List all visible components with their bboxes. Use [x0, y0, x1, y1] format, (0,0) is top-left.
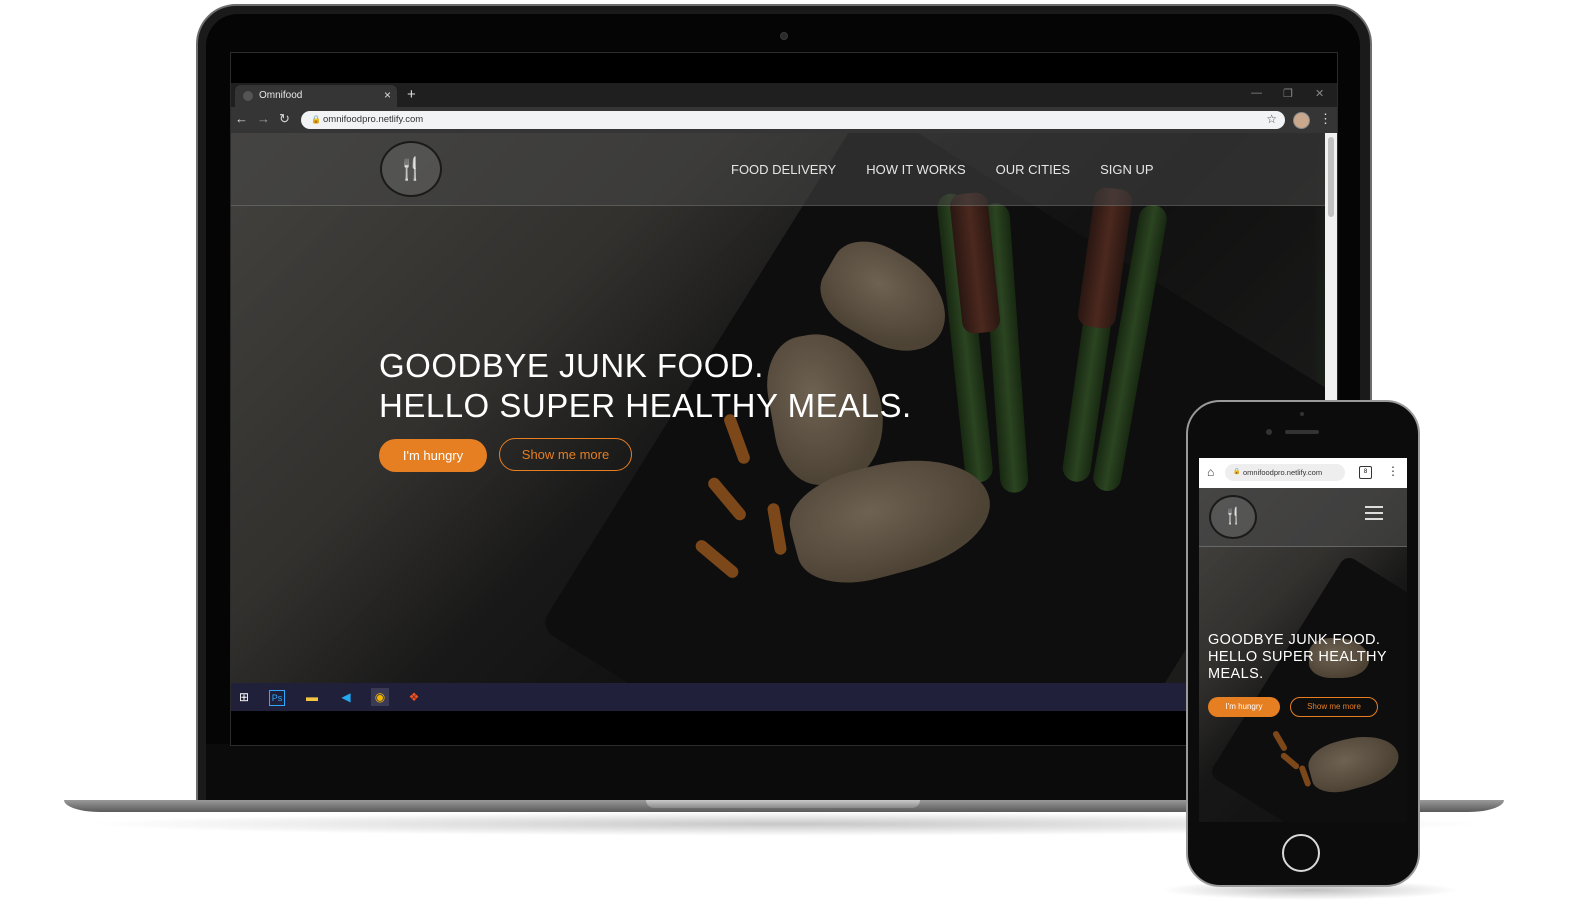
im-hungry-button[interactable]: I'm hungry — [379, 439, 487, 472]
mobile-url-text: omnifoodpro.netlify.com — [1243, 468, 1323, 477]
new-tab-button[interactable]: + — [407, 86, 416, 103]
mobile-menu-icon[interactable]: ⋮ — [1387, 464, 1399, 478]
mobile-show-me-more-button[interactable]: Show me more — [1290, 697, 1378, 717]
address-bar[interactable]: 🔒 omnifoodpro.netlify.com ☆ — [301, 111, 1285, 129]
file-explorer-icon[interactable]: ▬ — [303, 688, 321, 706]
photoshop-icon[interactable]: Ps — [269, 690, 285, 706]
close-tab-icon[interactable]: × — [384, 88, 391, 102]
hamburger-line — [1365, 512, 1383, 514]
mobile-hero-line-3: MEALS. — [1208, 666, 1264, 682]
hamburger-line — [1365, 506, 1383, 508]
minimize-button[interactable]: — — [1251, 87, 1262, 99]
show-me-more-button[interactable]: Show me more — [499, 438, 632, 471]
windows-taskbar: ⊞ Ps ▬ ◀ ◉ ❖ — [231, 683, 1337, 711]
nav-sign-up[interactable]: SIGN UP — [1100, 162, 1153, 177]
nav-how-it-works[interactable]: HOW IT WORKS — [866, 162, 965, 177]
restore-button[interactable]: ❐ — [1283, 87, 1293, 100]
omnifood-logo[interactable]: 🍴 — [1209, 495, 1257, 539]
nav-food-delivery[interactable]: FOOD DELIVERY — [731, 162, 836, 177]
scrollbar-thumb[interactable] — [1328, 137, 1334, 217]
mobile-address-bar: ⌂ 🔒 omnifoodpro.netlify.com 8 ⋮ — [1199, 458, 1407, 488]
laptop-screen: Omnifood × + — ❐ ✕ ← → ↻ 🔒 omnifoodpro.n… — [230, 52, 1338, 746]
phone-home-button[interactable] — [1282, 834, 1320, 872]
hero-line-2: HELLO SUPER HEALTHY MEALS. — [379, 387, 912, 424]
reload-button[interactable]: ↻ — [279, 111, 290, 127]
chrome-icon[interactable]: ◉ — [371, 688, 389, 706]
omnifood-logo[interactable]: 🍴 — [380, 141, 442, 197]
tab-switcher-icon[interactable]: 8 — [1359, 466, 1372, 479]
home-icon[interactable]: ⌂ — [1207, 465, 1214, 479]
figma-icon[interactable]: ❖ — [405, 688, 423, 706]
mobile-site-header: 🍴 — [1199, 488, 1407, 547]
url-text: omnifoodpro.netlify.com — [323, 114, 424, 125]
hero-line-1: GOODBYE JUNK FOOD. — [379, 347, 764, 384]
mobile-hero-line-1: GOODBYE JUNK FOOD. — [1208, 632, 1381, 648]
hamburger-line — [1365, 518, 1383, 520]
mobile-viewport: 🍴 GOODBYE JUNK FOOD. HELLO SUPER HEALTHY… — [1199, 488, 1407, 822]
phone-screen: ⌂ 🔒 omnifoodpro.netlify.com 8 ⋮ 🍴 GOODBY… — [1199, 458, 1407, 822]
back-button[interactable]: ← — [235, 111, 248, 126]
webcam-icon — [780, 32, 788, 40]
bookmark-star-icon[interactable]: ☆ — [1266, 112, 1277, 126]
mobile-hero-heading: GOODBYE JUNK FOOD. HELLO SUPER HEALTHY M… — [1208, 632, 1387, 683]
forward-button[interactable]: → — [257, 111, 270, 126]
tab-omnifood[interactable]: Omnifood × — [235, 85, 397, 107]
site-header: 🍴 FOOD DELIVERY HOW IT WORKS OUR CITIES … — [231, 133, 1325, 206]
vscode-icon[interactable]: ◀ — [337, 688, 355, 706]
tab-title: Omnifood — [259, 90, 303, 101]
hamburger-menu-icon[interactable] — [1365, 506, 1383, 524]
browser-menu-icon[interactable]: ⋮ — [1319, 111, 1332, 127]
browser-tab-strip: Omnifood × + — ❐ ✕ — [231, 83, 1337, 107]
mobile-hero-line-2: HELLO SUPER HEALTHY — [1208, 649, 1387, 665]
main-nav: FOOD DELIVERY HOW IT WORKS OUR CITIES SI… — [731, 162, 1154, 177]
close-window-button[interactable]: ✕ — [1315, 87, 1324, 100]
profile-avatar[interactable] — [1293, 112, 1310, 129]
mobile-url-field[interactable]: 🔒 omnifoodpro.netlify.com — [1225, 464, 1345, 481]
lock-icon: 🔒 — [311, 115, 321, 124]
browser-toolbar: ← → ↻ 🔒 omnifoodpro.netlify.com ☆ ⋮ — [231, 107, 1337, 133]
phone-camera-icon — [1266, 429, 1272, 435]
phone-speaker — [1285, 430, 1319, 434]
laptop-notch — [646, 800, 920, 808]
windows-start-icon[interactable]: ⊞ — [235, 688, 253, 706]
website-viewport: 🍴 FOOD DELIVERY HOW IT WORKS OUR CITIES … — [231, 133, 1325, 683]
nav-our-cities[interactable]: OUR CITIES — [996, 162, 1070, 177]
hero-heading: GOODBYE JUNK FOOD. HELLO SUPER HEALTHY M… — [379, 346, 912, 426]
lock-icon: 🔒 — [1233, 469, 1241, 475]
favicon-icon — [243, 91, 253, 101]
mobile-im-hungry-button[interactable]: I'm hungry — [1208, 697, 1280, 717]
phone-sensor — [1300, 412, 1304, 416]
